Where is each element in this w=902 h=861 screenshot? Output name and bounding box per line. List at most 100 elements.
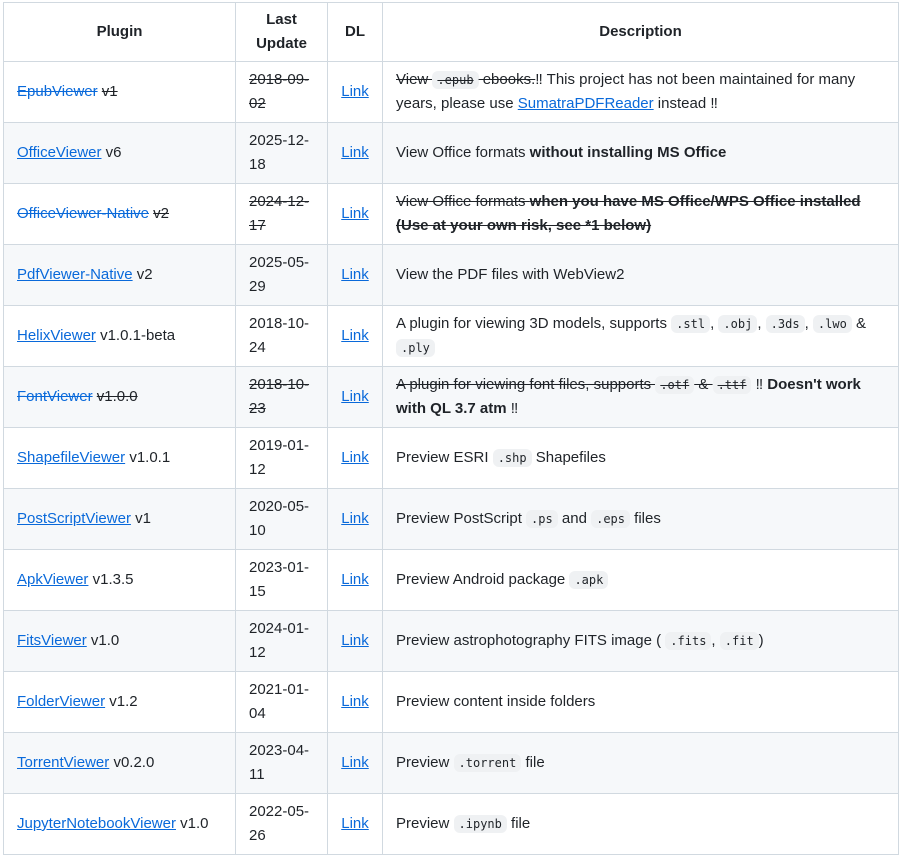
file-extension-code: .ps	[526, 510, 558, 528]
header-description: Description	[382, 2, 899, 62]
header-dl: DL	[327, 2, 383, 62]
file-extension-code: .ply	[396, 339, 435, 357]
description-text: and	[557, 510, 592, 527]
download-link[interactable]: Link	[341, 327, 369, 344]
download-cell: Link	[327, 671, 383, 733]
description-cell: Preview Android package .apk	[382, 549, 899, 611]
plugin-link[interactable]: PostScriptViewer	[17, 510, 131, 527]
file-extension-code: .epub	[432, 71, 479, 89]
description-text: file	[521, 754, 545, 771]
file-extension-code: .eps	[591, 510, 631, 528]
plugin-cell: ShapefileViewer v1.0.1	[3, 427, 236, 489]
download-link[interactable]: Link	[341, 754, 369, 771]
description-text: instead	[653, 95, 711, 112]
download-link[interactable]: Link	[341, 205, 369, 222]
download-cell: Link	[327, 366, 383, 428]
download-link[interactable]: Link	[341, 388, 369, 405]
file-extension-code: .fits	[665, 632, 712, 650]
double-exclamation-icon: ‼	[710, 95, 718, 112]
header-last-update: Last Update	[235, 2, 328, 62]
table-row: OfficeViewer v6 2025-12-18 Link View Office…	[3, 122, 899, 184]
plugin-link[interactable]: FitsViewer	[17, 632, 87, 649]
file-extension-code: .3ds	[765, 315, 805, 333]
description-text: ,	[757, 315, 766, 332]
description-cell: Preview ESRI .shp Shapefiles	[382, 427, 899, 489]
plugin-link[interactable]: ApkViewer	[17, 571, 88, 588]
table-row: FolderViewer v1.2 2021-01-04 Link Preview c…	[3, 671, 899, 733]
download-link[interactable]: Link	[341, 693, 369, 710]
plugin-cell: FitsViewer v1.0	[3, 610, 236, 672]
download-link[interactable]: Link	[341, 632, 369, 649]
plugin-version: v1	[135, 510, 151, 527]
download-link[interactable]: Link	[341, 83, 369, 100]
table-row: ApkViewer v1.3.5 2023-01-15 Link Preview An…	[3, 549, 899, 611]
plugin-link[interactable]: JupyterNotebookViewer	[17, 815, 176, 832]
last-update-cell: 2024-12-17	[235, 183, 328, 245]
plugin-link[interactable]: HelixViewer	[17, 327, 96, 344]
file-extension-code: .torrent	[453, 754, 522, 772]
double-exclamation-icon: ‼	[510, 400, 519, 417]
file-extension-code: .ipynb	[453, 815, 507, 833]
plugin-cell: ApkViewer v1.3.5	[3, 549, 236, 611]
description-text: files	[630, 510, 661, 527]
plugin-cell: PostScriptViewer v1	[3, 488, 236, 550]
download-link[interactable]: Link	[341, 266, 369, 283]
plugin-version: v1.2	[109, 693, 138, 710]
description-cell: Preview .torrent file	[382, 732, 899, 794]
download-cell: Link	[327, 183, 383, 245]
last-update-cell: 2022-05-26	[235, 793, 328, 855]
plugin-link[interactable]: OfficeViewer-Native	[17, 205, 149, 222]
description-cell: View .epub ebooks.‼ This project has not…	[382, 61, 899, 123]
download-cell: Link	[327, 610, 383, 672]
description-text: Preview Android package	[396, 571, 570, 588]
description-cell: Preview astrophotography FITS image ( .f…	[382, 610, 899, 672]
plugin-link[interactable]: EpubViewer	[17, 83, 98, 100]
plugin-cell: OfficeViewer v6	[3, 122, 236, 184]
plugin-link[interactable]: FolderViewer	[17, 693, 105, 710]
plugin-version: v1	[101, 83, 118, 100]
description-text: View the PDF files with WebView2	[396, 266, 625, 283]
file-extension-code: .obj	[718, 315, 758, 333]
download-cell: Link	[327, 732, 383, 794]
download-cell: Link	[327, 305, 383, 367]
download-cell: Link	[327, 427, 383, 489]
table-row: HelixViewer v1.0.1-beta 2018-10-24 Link A p…	[3, 305, 899, 367]
plugin-link[interactable]: FontViewer	[17, 388, 93, 405]
description-text: Preview content inside folders	[396, 693, 596, 710]
plugin-version: v1.0.0	[96, 388, 138, 405]
download-link[interactable]: Link	[341, 449, 369, 466]
plugin-cell: FolderViewer v1.2	[3, 671, 236, 733]
plugin-cell: EpubViewer v1	[3, 61, 236, 123]
download-cell: Link	[327, 793, 383, 855]
last-update-cell: 2024-01-12	[235, 610, 328, 672]
download-link[interactable]: Link	[341, 510, 369, 527]
plugin-link[interactable]: OfficeViewer	[17, 144, 102, 161]
plugin-version: v2	[136, 266, 153, 283]
plugin-version: v1.0	[90, 632, 120, 649]
plugin-version: v1.0.1	[129, 449, 171, 466]
file-extension-code: .otf	[655, 376, 695, 394]
sumatrapdf-link[interactable]: SumatraPDFReader	[518, 95, 654, 112]
description-text: &	[851, 315, 866, 332]
plugin-cell: OfficeViewer-Native v2	[3, 183, 236, 245]
double-exclamation-icon: ‼	[535, 71, 543, 88]
plugin-link[interactable]: TorrentViewer	[17, 754, 109, 771]
last-update-cell: 2025-05-29	[235, 244, 328, 306]
description-cell: A plugin for viewing font files, support…	[382, 366, 899, 428]
description-text: Preview astrophotography FITS image (	[396, 632, 666, 649]
download-link[interactable]: Link	[341, 144, 369, 161]
download-link[interactable]: Link	[341, 815, 369, 832]
file-extension-code: .lwo	[812, 315, 852, 333]
download-cell: Link	[327, 488, 383, 550]
plugin-link[interactable]: ShapefileViewer	[17, 449, 125, 466]
plugin-link[interactable]: PdfViewer-Native	[17, 266, 133, 283]
description-text: ebooks.	[478, 71, 536, 88]
last-update-cell: 2021-01-04	[235, 671, 328, 733]
table-row: PdfViewer-Native v2 2025-05-29 Link View th…	[3, 244, 899, 306]
download-cell: Link	[327, 549, 383, 611]
download-link[interactable]: Link	[341, 571, 369, 588]
plugin-cell: PdfViewer-Native v2	[3, 244, 236, 306]
description-text: Preview	[396, 815, 454, 832]
plugin-cell: JupyterNotebookViewer v1.0	[3, 793, 236, 855]
plugin-version: v2	[153, 205, 170, 222]
